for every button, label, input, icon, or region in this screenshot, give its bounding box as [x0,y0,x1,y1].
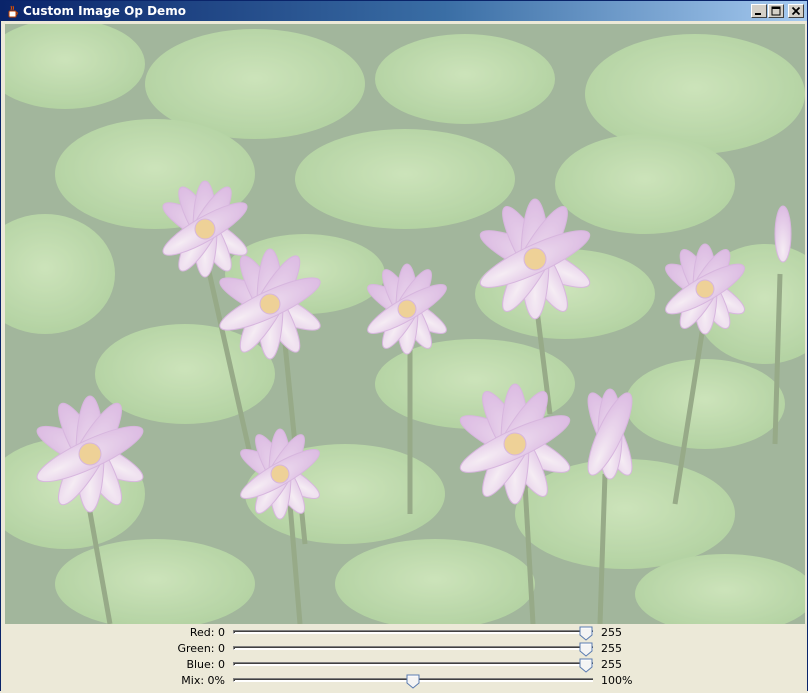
green-row: Green: 0 255 [1,641,807,657]
water-lily-image [5,24,805,624]
green-slider[interactable] [233,646,593,650]
close-icon [791,6,801,16]
mix-label: Mix: 0% [181,674,225,687]
minimize-icon [755,13,761,15]
close-button[interactable] [788,4,804,18]
red-slider-thumb[interactable] [579,626,593,641]
java-cup-icon [6,4,20,18]
blue-max-label: 255 [601,658,622,671]
mix-row: Mix: 0% 100% [1,673,807,689]
mix-max-label: 100% [601,674,633,687]
app-window: Custom Image Op Demo Red: 0 255 Green: 0… [0,0,808,691]
minimize-button[interactable] [751,4,767,18]
blue-slider-thumb[interactable] [579,658,593,673]
controls-panel: Red: 0 255 Green: 0 255 Blue: 0 255 Mix:… [1,625,807,691]
red-row: Red: 0 255 [1,625,807,641]
red-label: Red: 0 [189,626,225,639]
blue-slider[interactable] [233,662,593,666]
blue-label: Blue: 0 [186,658,225,671]
blue-row: Blue: 0 255 [1,657,807,673]
maximize-button[interactable] [768,4,784,18]
red-slider[interactable] [233,630,593,634]
window-title: Custom Image Op Demo [23,4,186,18]
green-max-label: 255 [601,642,622,655]
maximize-icon [771,6,781,16]
green-slider-thumb[interactable] [579,642,593,657]
green-label: Green: 0 [177,642,225,655]
red-max-label: 255 [601,626,622,639]
mix-slider-thumb[interactable] [406,674,420,689]
title-bar[interactable]: Custom Image Op Demo [1,1,807,21]
